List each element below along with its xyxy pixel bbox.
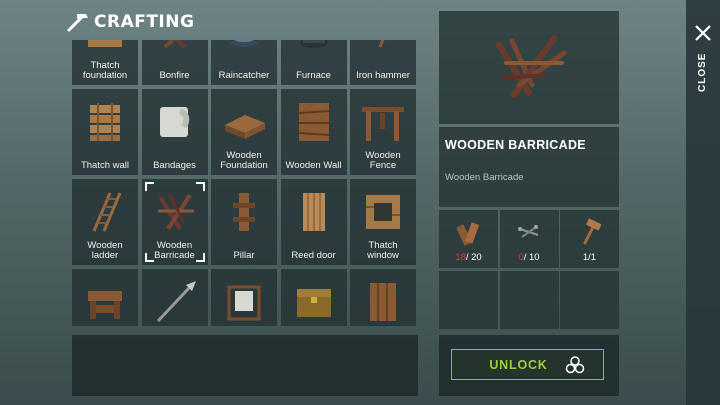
recipe-item-label: Raincatcher	[218, 70, 270, 81]
nails-icon	[518, 225, 539, 238]
hammer-icon	[67, 14, 88, 32]
requirement-planks: 18/ 20	[439, 210, 498, 268]
recipe-item-label: Wooden Wall	[285, 160, 342, 171]
reed-door-icon	[302, 193, 325, 231]
recipe-item-selected[interactable]: Wooden Barricade	[141, 179, 208, 265]
loom-icon	[227, 285, 261, 321]
recipe-item-label: Wooden Fence	[365, 150, 401, 171]
bottom-info-bar	[72, 335, 418, 396]
requirement-hammer: 1/1	[560, 210, 619, 268]
wooden-ladder-icon	[92, 192, 122, 232]
crafting-table-icon	[88, 291, 122, 319]
unlock-label: UNLOCK	[489, 357, 548, 372]
wooden-door-icon	[370, 283, 396, 321]
recipe-item-label: Iron hammer	[356, 70, 410, 81]
recipe-item[interactable]: Raincatcher	[211, 40, 277, 85]
recipe-item[interactable]: Wooden Foundation	[211, 89, 277, 175]
wooden-barricade-icon	[496, 34, 567, 98]
wooden-fence-icon	[362, 107, 404, 141]
selection-frame	[195, 253, 205, 262]
recipe-grid[interactable]: Thatch foundation Bonfire Raincatcher Furna…	[72, 40, 418, 326]
raincatcher-icon	[230, 40, 258, 47]
recipe-item-label: Wooden ladder	[87, 240, 123, 261]
recipe-item[interactable]: Thatch window	[350, 179, 416, 265]
recipe-item[interactable]: Thatch wall	[72, 89, 138, 175]
recipe-item[interactable]: Crafting	[72, 269, 138, 326]
requirements-grid: 18/ 20 0/ 10 1/1	[439, 210, 619, 332]
recipe-item[interactable]	[211, 269, 277, 326]
requirement-need: /1	[588, 252, 597, 263]
furnace-icon	[299, 40, 328, 48]
selection-frame	[195, 182, 205, 191]
bonfire-icon	[163, 40, 186, 49]
spear-icon	[156, 281, 196, 323]
recipe-item[interactable]: Furnace	[280, 40, 347, 85]
planks-icon	[455, 222, 479, 246]
requirement-need: / 20	[465, 252, 482, 263]
recipe-item[interactable]: Wooden Wall	[280, 89, 347, 175]
crafting-header: CRAFTING	[66, 9, 194, 35]
recipe-item[interactable]	[141, 269, 208, 326]
recipe-item-label: Reed door	[291, 250, 336, 261]
recipe-item[interactable]: Thatch foundation	[72, 40, 138, 85]
unlock-panel: UNLOCK	[439, 335, 619, 396]
iron-hammer-icon	[378, 40, 385, 48]
recipe-item-label: Furnace	[296, 70, 331, 81]
pillar-icon	[233, 193, 255, 231]
recipe-item[interactable]: Wooden Fence	[350, 89, 416, 175]
item-name: WOODEN BARRICADE	[445, 138, 586, 152]
biohazard-icon	[565, 356, 585, 374]
wooden-barricade-icon	[157, 193, 194, 231]
requirement-slot-empty	[499, 271, 559, 329]
recipe-item-label: Thatch foundation	[82, 60, 128, 81]
wooden-wall-icon	[298, 103, 329, 141]
thatch-window-icon	[366, 195, 400, 229]
requirement-nails: 0/ 10	[499, 210, 559, 268]
close-panel[interactable]: CLOSE	[686, 0, 720, 405]
recipe-item-label: Thatch window	[367, 240, 399, 261]
recipe-item-label: Bandages	[153, 160, 196, 171]
requirement-slot-empty	[439, 271, 498, 329]
recipe-item[interactable]: Iron hammer	[350, 40, 416, 85]
wooden-foundation-icon	[225, 115, 265, 139]
close-icon[interactable]	[694, 24, 712, 42]
recipe-item-label: Wooden Foundation	[220, 150, 268, 171]
requirement-slot-empty	[560, 271, 619, 329]
recipe-item-label: Pillar	[233, 250, 255, 261]
recipe-item[interactable]: Bandages	[141, 89, 208, 175]
recipe-item[interactable]: Wooden	[350, 269, 416, 326]
unlock-button[interactable]: UNLOCK	[451, 349, 604, 380]
requirement-have: 18	[455, 252, 466, 263]
recipe-item-label: Bonfire	[159, 70, 190, 81]
recipe-item[interactable]	[280, 269, 347, 326]
selection-frame	[144, 253, 154, 262]
close-label: CLOSE	[697, 52, 708, 92]
item-preview	[439, 11, 619, 124]
thatch-foundation-icon	[88, 40, 122, 47]
item-info: WOODEN BARRICADE Wooden Barricade	[439, 127, 619, 207]
item-description: Wooden Barricade	[445, 172, 524, 183]
recipe-item-label: Thatch wall	[80, 160, 130, 171]
selection-frame	[144, 182, 154, 191]
recipe-item[interactable]: Pillar	[211, 179, 277, 265]
requirement-need: / 10	[523, 252, 540, 263]
recipe-item[interactable]: Bonfire	[141, 40, 208, 85]
recipe-item[interactable]: Wooden ladder	[72, 179, 138, 265]
thatch-wall-icon	[90, 103, 120, 141]
recipe-item[interactable]: Reed door	[280, 179, 347, 265]
hammer-tool-icon	[583, 218, 601, 245]
page-title: CRAFTING	[94, 12, 195, 32]
chest-icon	[296, 289, 331, 317]
bandages-icon	[159, 107, 189, 137]
